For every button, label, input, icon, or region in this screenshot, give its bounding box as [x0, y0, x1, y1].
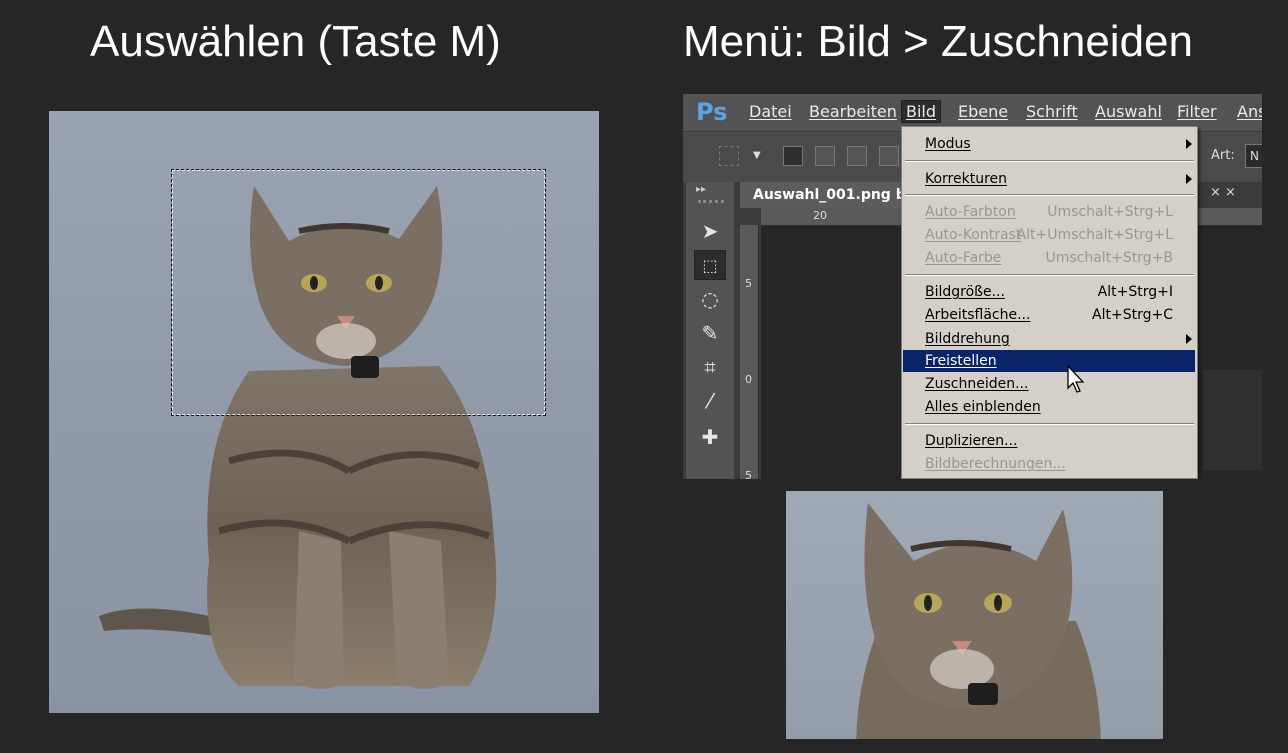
ruler-label: 5	[745, 469, 752, 479]
menu-item-modus[interactable]: Modus	[903, 133, 1195, 155]
shortcut-label: Umschalt+Strg+L	[1047, 204, 1173, 220]
heading-select: Auswählen (Taste M)	[90, 17, 501, 66]
menu-item-arbeitsflaeche[interactable]: Arbeitsfläche... Alt+Strg+C	[903, 304, 1195, 326]
new-selection-icon[interactable]	[783, 146, 803, 166]
canvas-area	[1203, 370, 1262, 470]
submenu-arrow-icon	[1186, 334, 1192, 344]
healing-brush-tool-icon[interactable]: ✚	[694, 422, 726, 452]
cat-photo-cropped	[786, 491, 1163, 739]
ruler-label: 0	[745, 373, 752, 386]
menu-item-auto-kontrast[interactable]: Auto-Kontrast Alt+Umschalt+Strg+L	[903, 224, 1195, 246]
menu-item-auto-farbton[interactable]: Auto-Farbton Umschalt+Strg+L	[903, 201, 1195, 223]
add-to-selection-icon[interactable]	[815, 146, 835, 166]
chevron-down-icon[interactable]: ▼	[753, 150, 761, 161]
close-icon[interactable]: × ×	[1210, 185, 1236, 200]
tools-panel: ▸▸ ➤ ⬚ ◌ ✎ ⌗ ⁄ ✚	[686, 182, 734, 479]
menu-separator	[905, 194, 1194, 196]
intersect-selection-icon[interactable]	[879, 146, 899, 166]
collapse-icon[interactable]: ▸▸	[696, 184, 706, 195]
menu-separator	[905, 274, 1194, 276]
art-label: Art:	[1211, 148, 1235, 163]
menu-item-bildberechnungen[interactable]: Bildberechnungen...	[903, 453, 1195, 475]
quick-selection-tool-icon[interactable]: ✎	[694, 318, 726, 348]
menu-bearbeiten[interactable]: Bearbeiten	[809, 102, 897, 121]
menu-schrift[interactable]: Schrift	[1026, 102, 1078, 121]
marquee-tool-icon[interactable]: ⬚	[694, 250, 726, 280]
menu-ansicht[interactable]: Ans	[1237, 102, 1262, 121]
menu-ebene[interactable]: Ebene	[958, 102, 1008, 121]
photoshop-window: Ps Datei Bearbeiten Bild Ebene Schrift A…	[683, 94, 1262, 479]
marquee-tool-preset-icon[interactable]	[719, 146, 739, 166]
shortcut-label: Alt+Strg+C	[1092, 307, 1173, 323]
grip-icon[interactable]	[698, 200, 724, 203]
shortcut-label: Alt+Umschalt+Strg+L	[1016, 227, 1173, 243]
cat-crop-illustration	[856, 503, 1101, 739]
submenu-arrow-icon	[1186, 174, 1192, 184]
menu-bild[interactable]: Bild	[901, 100, 942, 123]
menu-item-freistellen[interactable]: Freistellen	[903, 350, 1195, 372]
menu-auswahl[interactable]: Auswahl	[1095, 102, 1162, 121]
menu-item-zuschneiden[interactable]: Zuschneiden...	[903, 373, 1195, 395]
menu-item-duplizieren[interactable]: Duplizieren...	[903, 430, 1195, 452]
marquee-selection[interactable]	[171, 169, 546, 416]
menu-separator	[905, 423, 1194, 425]
eyedropper-tool-icon[interactable]: ⁄	[694, 386, 726, 416]
menu-item-korrekturen[interactable]: Korrekturen	[903, 168, 1195, 190]
menu-datei[interactable]: Datei	[749, 102, 792, 121]
menu-item-bilddrehung[interactable]: Bilddrehung	[903, 328, 1195, 350]
move-tool-icon[interactable]: ➤	[694, 216, 726, 246]
ruler-label: 20	[813, 209, 827, 222]
photoshop-logo: Ps	[696, 98, 728, 126]
art-select[interactable]: N	[1245, 144, 1262, 168]
bild-dropdown-menu: Modus Korrekturen Auto-Farbton Umschalt+S…	[901, 126, 1198, 479]
crop-tool-icon[interactable]: ⌗	[694, 352, 726, 382]
menu-separator	[905, 160, 1194, 162]
mouse-pointer-icon	[1067, 364, 1085, 393]
ruler-label: 5	[745, 277, 752, 290]
menu-item-alles-einblenden[interactable]: Alles einblenden	[903, 396, 1195, 418]
menu-item-auto-farbe[interactable]: Auto-Farbe Umschalt+Strg+B	[903, 247, 1195, 269]
submenu-arrow-icon	[1186, 139, 1192, 149]
heading-menu: Menü: Bild > Zuschneiden	[683, 17, 1193, 66]
ruler-vertical: 5 0 5	[740, 225, 759, 479]
lasso-tool-icon[interactable]: ◌	[694, 284, 726, 314]
menu-filter[interactable]: Filter	[1177, 102, 1217, 121]
subtract-selection-icon[interactable]	[847, 146, 867, 166]
menu-item-bildgroesse[interactable]: Bildgröße... Alt+Strg+I	[903, 281, 1195, 303]
shortcut-label: Alt+Strg+I	[1097, 284, 1173, 300]
shortcut-label: Umschalt+Strg+B	[1045, 250, 1173, 266]
